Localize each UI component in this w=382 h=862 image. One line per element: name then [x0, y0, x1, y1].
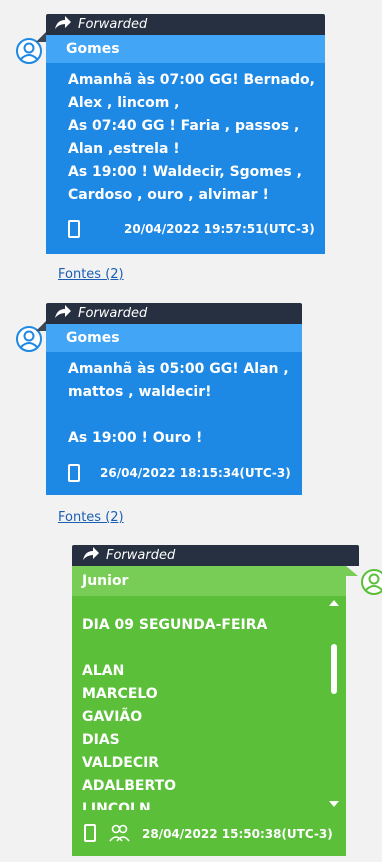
scroll-down-arrow[interactable]	[329, 801, 339, 807]
forward-arrow-icon	[54, 16, 72, 30]
forwarded-label: Forwarded	[78, 17, 148, 32]
message-text: Amanhã às 05:00 GG! Alan , mattos , wald…	[68, 361, 289, 446]
message-timestamp: 28/04/2022 15:50:38(UTC-3)	[142, 827, 333, 841]
message-body: DIA 09 SEGUNDA-FEIRA ALAN MARCELO GAVIÃO…	[72, 596, 346, 856]
sender-avatar[interactable]	[361, 569, 382, 595]
forwarded-header: Forwarded	[46, 303, 302, 324]
sender-name: Junior	[72, 566, 346, 596]
message-bubble[interactable]: Forwarded Gomes Amanhã às 05:00 GG! Alan…	[46, 303, 302, 495]
mobile-phone-icon	[68, 220, 80, 238]
bubble-tail	[346, 566, 358, 576]
group-users-icon	[108, 822, 130, 844]
scroll-up-arrow[interactable]	[329, 600, 339, 606]
message-bubble[interactable]: Forwarded Gomes Amanhã às 07:00 GG! Bern…	[46, 14, 325, 254]
message-timestamp: 20/04/2022 19:57:51(UTC-3)	[124, 222, 315, 236]
forward-arrow-icon	[82, 547, 100, 561]
message-body: Amanhã às 07:00 GG! Bernado, Alex , linc…	[46, 63, 325, 254]
message-bubble[interactable]: Forwarded Junior DIA 09 SEGUNDA-FEIRA AL…	[72, 545, 359, 856]
message-scroll-area[interactable]: DIA 09 SEGUNDA-FEIRA ALAN MARCELO GAVIÃO…	[82, 614, 322, 810]
sender-name: Gomes	[46, 324, 302, 352]
message-timestamp: 26/04/2022 18:15:34(UTC-3)	[100, 466, 291, 480]
message-text: Amanhã às 07:00 GG! Bernado, Alex , linc…	[68, 72, 315, 203]
message-text: DIA 09 SEGUNDA-FEIRA ALAN MARCELO GAVIÃO…	[82, 617, 268, 810]
forwarded-header: Forwarded	[46, 14, 325, 35]
sender-name: Gomes	[46, 35, 325, 63]
forwarded-label: Forwarded	[106, 548, 176, 563]
scrollbar-thumb[interactable]	[331, 644, 337, 694]
bubble-tail	[36, 321, 46, 331]
sources-link[interactable]: Fontes (2)	[58, 510, 124, 525]
mobile-phone-icon	[68, 464, 80, 482]
mobile-phone-icon	[84, 824, 96, 842]
bubble-tail	[36, 32, 46, 42]
message-body: Amanhã às 05:00 GG! Alan , mattos , wald…	[46, 352, 302, 495]
forwarded-label: Forwarded	[78, 306, 148, 321]
forward-arrow-icon	[54, 305, 72, 319]
sources-link[interactable]: Fontes (2)	[58, 267, 124, 282]
forwarded-header: Forwarded	[72, 545, 359, 566]
